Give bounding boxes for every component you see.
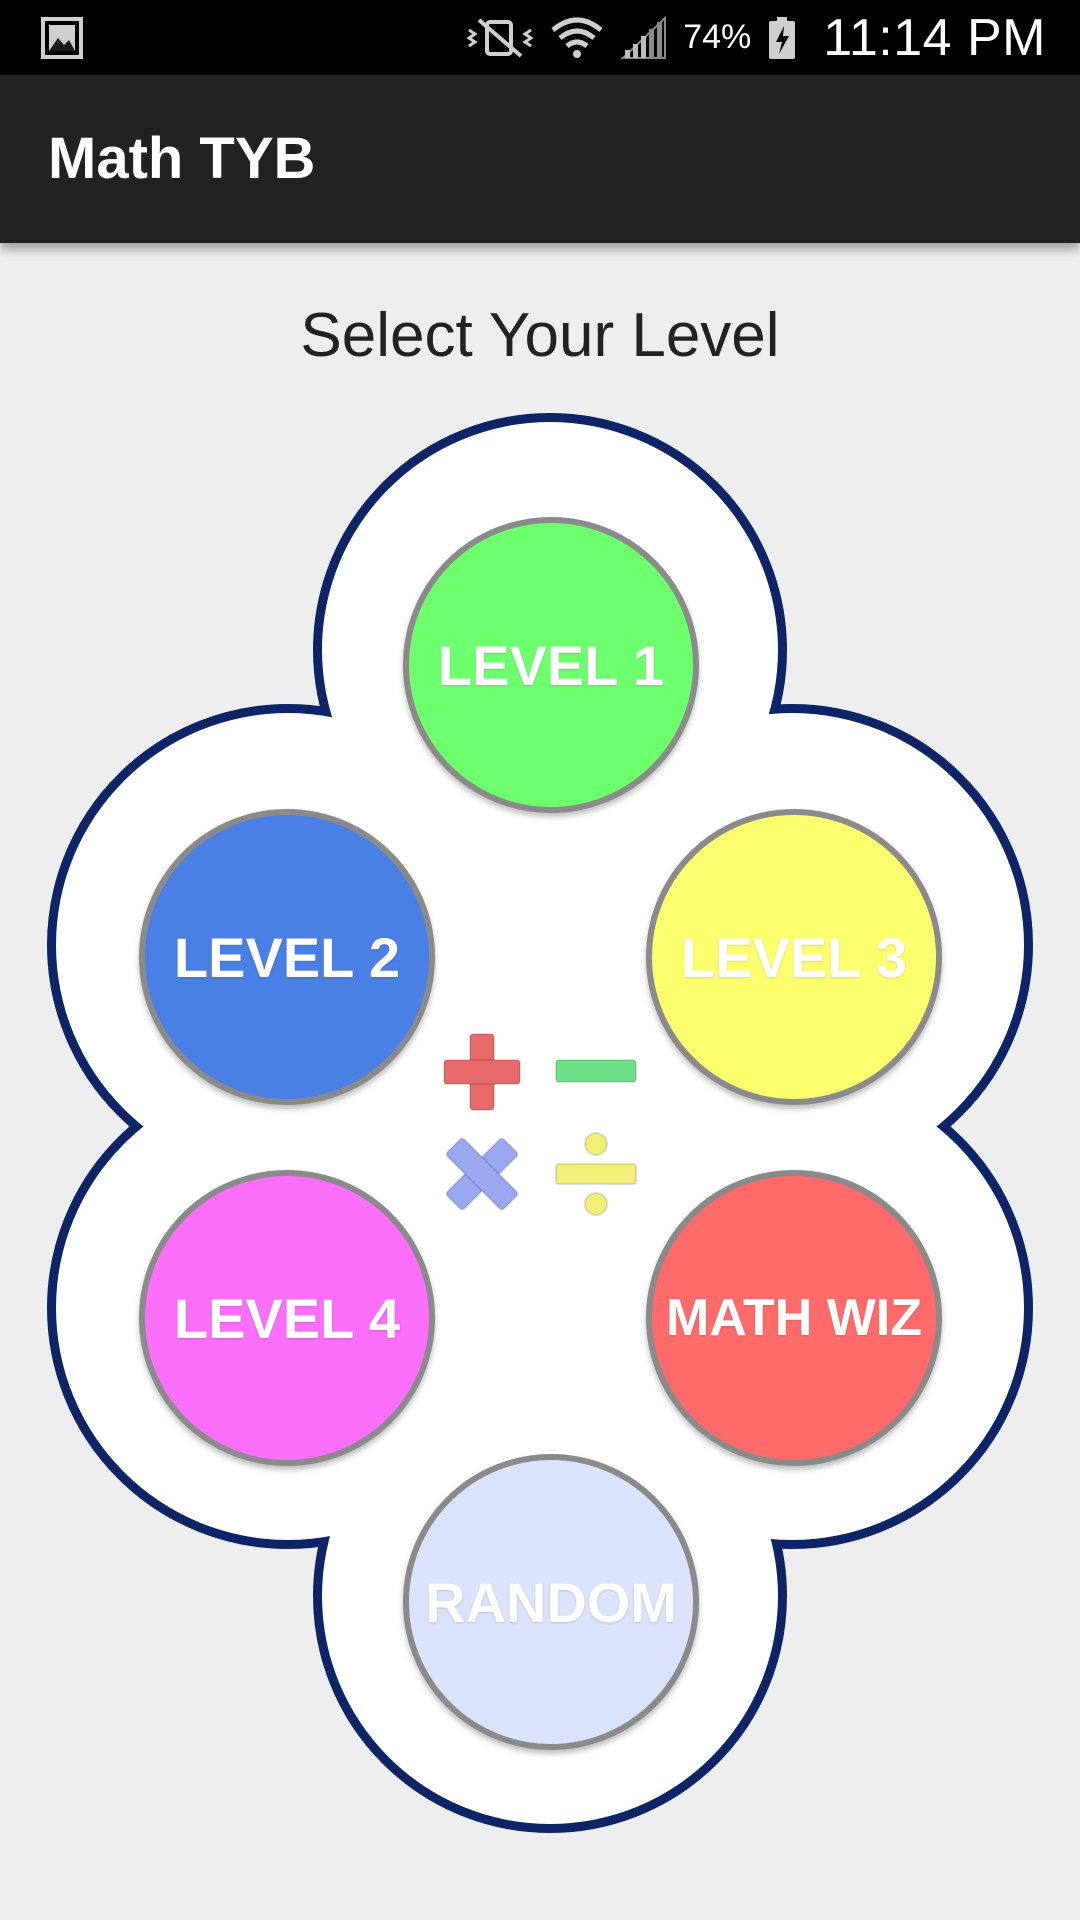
- plus-icon: [443, 1033, 521, 1111]
- level-4-label: LEVEL 4: [173, 1286, 401, 1350]
- math-wiz-label: MATH WIZ: [665, 1289, 923, 1347]
- app-bar: Math TYB: [0, 75, 1080, 243]
- minus-icon: [555, 1059, 637, 1083]
- level-3-button[interactable]: LEVEL 3: [646, 809, 942, 1105]
- math-operators: [443, 1033, 637, 1216]
- divide-icon: [555, 1132, 637, 1216]
- random-label: RANDOM: [425, 1570, 677, 1634]
- level-1-button[interactable]: LEVEL 1: [403, 517, 699, 813]
- level-2-button[interactable]: LEVEL 2: [139, 809, 435, 1105]
- math-wiz-button[interactable]: MATH WIZ: [646, 1170, 942, 1466]
- level-4-button[interactable]: LEVEL 4: [139, 1170, 435, 1466]
- multiply-icon: [445, 1137, 519, 1211]
- level-1-label: LEVEL 1: [437, 633, 665, 697]
- level-3-label: LEVEL 3: [680, 925, 908, 989]
- app-title: Math TYB: [48, 126, 316, 191]
- random-button[interactable]: RANDOM: [403, 1454, 699, 1750]
- level-2-label: LEVEL 2: [173, 925, 401, 989]
